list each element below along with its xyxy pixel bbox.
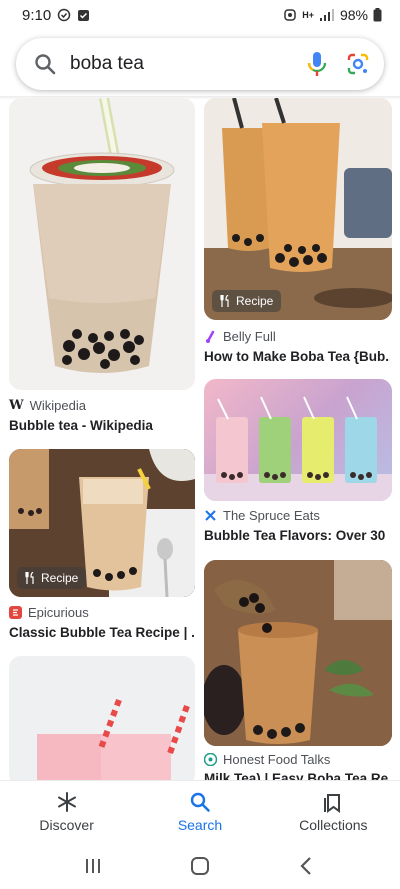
result-image[interactable]: Recipe — [9, 449, 195, 597]
result-source: Epicurious — [9, 605, 89, 620]
colorful-boba-image — [204, 396, 392, 501]
result-source: W Wikipedia — [9, 398, 86, 413]
system-navigation-bar — [0, 842, 400, 889]
result-card-wikipedia[interactable]: W Wikipedia Bubble tea - Wikipedia — [0, 98, 200, 438]
boba-glasses-image — [204, 98, 392, 320]
result-title[interactable]: Bubble Tea Flavors: Over 30 ... — [204, 528, 390, 543]
spruce-icon — [205, 510, 216, 521]
epicurious-icon — [9, 606, 22, 619]
bellyfull-icon — [206, 330, 215, 343]
bubble-tea-cup-image — [29, 98, 175, 373]
back-icon[interactable] — [295, 854, 319, 878]
google-lens-icon[interactable] — [346, 52, 370, 76]
result-card-spruce[interactable]: The Spruce Eats Bubble Tea Flavors: Over… — [200, 379, 400, 549]
bottom-navigation: Discover Search Collections — [0, 780, 400, 842]
result-card-bellyfull[interactable]: Recipe Belly Full How to Make Boba Tea {… — [200, 98, 400, 368]
recipe-badge: Recipe — [212, 290, 282, 312]
result-source: Honest Food Talks — [204, 752, 330, 767]
result-image[interactable] — [9, 98, 195, 390]
result-card-honest[interactable]: Honest Food Talks Milk Tea) | Easy Boba … — [200, 560, 400, 780]
result-card-pink-drinks[interactable] — [0, 656, 200, 780]
result-title[interactable]: Classic Bubble Tea Recipe | ... — [9, 625, 195, 640]
utensils-icon — [220, 295, 229, 307]
asterisk-icon — [57, 791, 76, 812]
microphone-icon[interactable] — [306, 51, 328, 77]
result-source: The Spruce Eats — [204, 508, 320, 523]
nav-search[interactable]: Search — [133, 781, 266, 842]
result-title[interactable]: Bubble tea - Wikipedia — [9, 418, 195, 433]
result-image[interactable] — [9, 656, 195, 780]
search-icon — [190, 792, 210, 812]
wikipedia-icon: W — [9, 398, 24, 413]
result-image[interactable] — [204, 379, 392, 501]
honest-icon — [204, 753, 217, 766]
network-type: H+ — [302, 10, 314, 20]
recipe-badge: Recipe — [17, 567, 87, 589]
utensils-icon — [25, 572, 34, 584]
bookmarks-icon — [324, 793, 341, 813]
result-title[interactable]: How to Make Boba Tea {Bub... — [204, 349, 390, 364]
checkbox-icon — [78, 9, 90, 21]
battery-icon — [373, 8, 382, 22]
result-source: Belly Full — [204, 329, 276, 344]
pink-drinks-image — [37, 698, 190, 780]
result-image[interactable]: Recipe — [204, 98, 392, 320]
result-title[interactable]: Milk Tea) | Easy Boba Tea Re... — [204, 771, 390, 780]
alarm-icon — [284, 9, 296, 21]
search-icon — [35, 54, 56, 75]
nav-discover[interactable]: Discover — [0, 781, 133, 842]
battery-percent: 98% — [339, 7, 368, 23]
nav-collections[interactable]: Collections — [267, 781, 400, 842]
search-input[interactable]: boba tea — [70, 53, 306, 75]
status-bar: 9:10 H+ 98% — [0, 0, 400, 30]
recent-apps-icon[interactable] — [81, 854, 105, 878]
home-icon[interactable] — [188, 854, 212, 878]
result-card-epicurious[interactable]: Recipe Epicurious Classic Bubble Tea Rec… — [0, 449, 200, 649]
signal-icon — [319, 8, 334, 21]
milk-tea-spoon-image — [204, 560, 392, 746]
status-time: 9:10 — [22, 6, 52, 24]
image-results-grid[interactable]: W Wikipedia Bubble tea - Wikipedia Recip… — [0, 98, 400, 780]
check-circle-icon — [57, 8, 71, 22]
search-bar[interactable]: boba tea — [16, 38, 384, 90]
result-image[interactable] — [204, 560, 392, 746]
